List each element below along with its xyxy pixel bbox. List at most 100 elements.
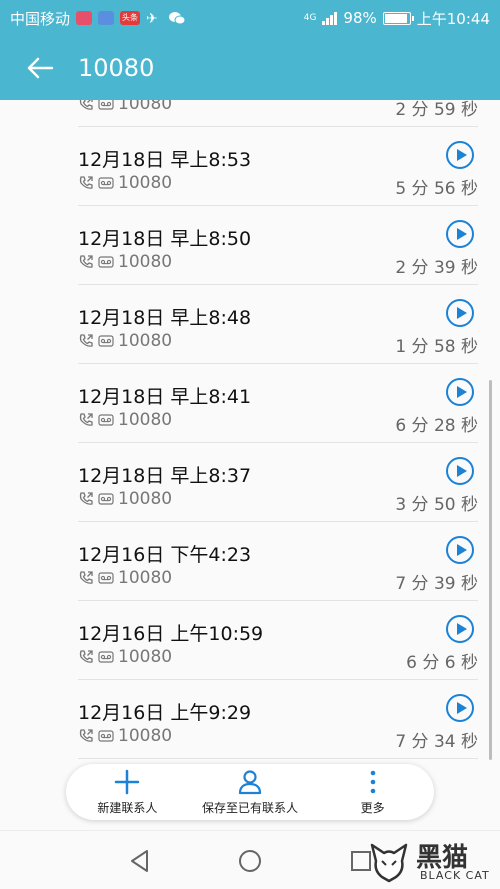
save-to-existing-label: 保存至已有联系人 [202, 800, 299, 815]
call-forward-icon [79, 650, 93, 663]
person-icon [238, 769, 262, 794]
play-recording-button[interactable] [446, 141, 474, 169]
call-log-row[interactable]: 12月18日 早上8:37 10080 3 分 50 秒 [78, 443, 478, 522]
call-duration: 3 分 50 秒 [395, 495, 478, 515]
call-log-row[interactable]: 12月18日 早上8:53 10080 5 分 56 秒 [78, 127, 478, 206]
watermark-logo: 黑猫 BLACK CAT [364, 837, 494, 887]
arrow-left-icon [27, 57, 54, 79]
bottom-action-bar: 新建联系人 保存至已有联系人 更多 [66, 764, 434, 820]
call-number-line: 10080 [78, 252, 172, 272]
call-number: 10080 [118, 410, 173, 430]
voicemail-icon [98, 100, 114, 110]
call-forward-icon [79, 571, 93, 584]
call-log-row[interactable]: 12月18日 早上8:50 10080 2 分 39 秒 [78, 206, 478, 285]
call-log-list[interactable]: 10080 2 分 59 秒 12月18日 早上8:53 10080 5 分 56 秒1… [0, 100, 500, 830]
call-log-row[interactable]: 12月16日 上午9:29 10080 7 分 34 秒 [78, 680, 478, 759]
wechat-icon [168, 11, 186, 25]
call-number: 10080 [118, 100, 173, 114]
call-duration: 7 分 34 秒 [395, 732, 478, 752]
voicemail-icon [98, 414, 114, 426]
call-number: 10080 [118, 647, 173, 667]
call-number: 10080 [118, 173, 173, 193]
call-duration: 1 分 58 秒 [395, 337, 478, 357]
play-recording-button[interactable] [446, 694, 474, 722]
network-type-label: 4G [303, 12, 317, 23]
play-recording-button[interactable] [446, 299, 474, 327]
call-log-row[interactable]: 12月18日 早上8:48 10080 1 分 58 秒 [78, 285, 478, 364]
plus-icon [115, 769, 140, 794]
call-number-line: 10080 [78, 647, 172, 667]
voicemail-icon [98, 730, 114, 742]
carrier-label: 中国移动 [10, 9, 71, 28]
call-log-row[interactable]: 12月18日 早上8:41 10080 6 分 28 秒 [78, 364, 478, 443]
call-date: 12月16日 下午4:23 [78, 544, 252, 566]
call-log-row[interactable]: 10080 2 分 59 秒 [78, 100, 478, 127]
paper-plane-icon: ✈ [146, 11, 158, 27]
call-number: 10080 [118, 726, 173, 746]
status-bar: 中国移动 头条 ✈ 4G 98% 上午10:44 [0, 0, 500, 36]
more-label: 更多 [360, 800, 385, 815]
call-number: 10080 [118, 252, 173, 272]
back-button[interactable] [0, 36, 80, 100]
nav-back-icon[interactable] [125, 846, 155, 876]
call-duration: 2 分 59 秒 [395, 100, 478, 120]
voicemail-icon [98, 572, 114, 584]
nav-home-icon[interactable] [235, 846, 265, 876]
call-log-row[interactable]: 12月16日 上午10:59 10080 6 分 6 秒 [78, 601, 478, 680]
page-title: 10080 [78, 54, 155, 82]
clock: 上午10:44 [416, 9, 490, 28]
call-log-row[interactable]: 12月16日 下午4:23 10080 7 分 39 秒 [78, 522, 478, 601]
call-date: 12月18日 早上8:41 [78, 386, 252, 408]
more-button[interactable]: 更多 [311, 764, 434, 820]
call-duration: 6 分 28 秒 [395, 416, 478, 436]
call-number: 10080 [118, 489, 173, 509]
call-duration: 2 分 39 秒 [395, 258, 478, 278]
voicemail-icon [98, 493, 114, 505]
scrollbar[interactable] [489, 380, 492, 760]
battery-icon [382, 11, 414, 25]
call-date: 12月18日 早上8:53 [78, 149, 252, 171]
call-number-line: 10080 [78, 489, 172, 509]
call-number-line: 10080 [78, 726, 172, 746]
call-forward-icon [79, 492, 93, 505]
call-duration: 6 分 6 秒 [406, 653, 478, 673]
play-recording-button[interactable] [446, 457, 474, 485]
call-forward-icon [79, 334, 93, 347]
call-date: 12月18日 早上8:37 [78, 465, 252, 487]
call-number-line: 10080 [78, 410, 172, 430]
call-duration: 5 分 56 秒 [395, 179, 478, 199]
call-forward-icon [79, 176, 93, 189]
call-date: 12月16日 上午9:29 [78, 702, 252, 724]
call-number-line: 10080 [78, 331, 172, 351]
call-number: 10080 [118, 331, 173, 351]
toutiao-app-icon: 头条 [120, 11, 141, 25]
call-duration: 7 分 39 秒 [395, 574, 478, 594]
call-forward-icon [79, 255, 93, 268]
call-date: 12月16日 上午10:59 [78, 623, 264, 645]
call-forward-icon [79, 100, 93, 110]
signal-icon [322, 11, 338, 25]
call-forward-icon [79, 413, 93, 426]
call-number: 10080 [118, 568, 173, 588]
call-date: 12月18日 早上8:50 [78, 228, 252, 250]
black-cat-logo-icon [370, 843, 408, 883]
voicemail-icon [98, 256, 114, 268]
call-forward-icon [79, 729, 93, 742]
battery-percent: 98% [343, 9, 377, 27]
system-nav-bar: 黑猫 BLACK CAT [0, 830, 500, 889]
save-to-existing-contact-button[interactable]: 保存至已有联系人 [189, 764, 312, 820]
call-number-line: 10080 [78, 568, 172, 588]
watermark-subtitle: BLACK CAT [420, 869, 490, 882]
play-recording-button[interactable] [446, 378, 474, 406]
new-contact-label: 新建联系人 [97, 800, 158, 815]
play-recording-button[interactable] [446, 536, 474, 564]
play-recording-button[interactable] [446, 615, 474, 643]
notification-app-icon [76, 11, 93, 25]
call-number-line: 10080 [78, 173, 172, 193]
more-vertical-icon [370, 770, 375, 793]
new-contact-button[interactable]: 新建联系人 [66, 764, 189, 820]
play-recording-button[interactable] [446, 220, 474, 248]
call-number-line: 10080 [78, 100, 172, 114]
call-date: 12月18日 早上8:48 [78, 307, 252, 329]
voicemail-icon [98, 335, 114, 347]
